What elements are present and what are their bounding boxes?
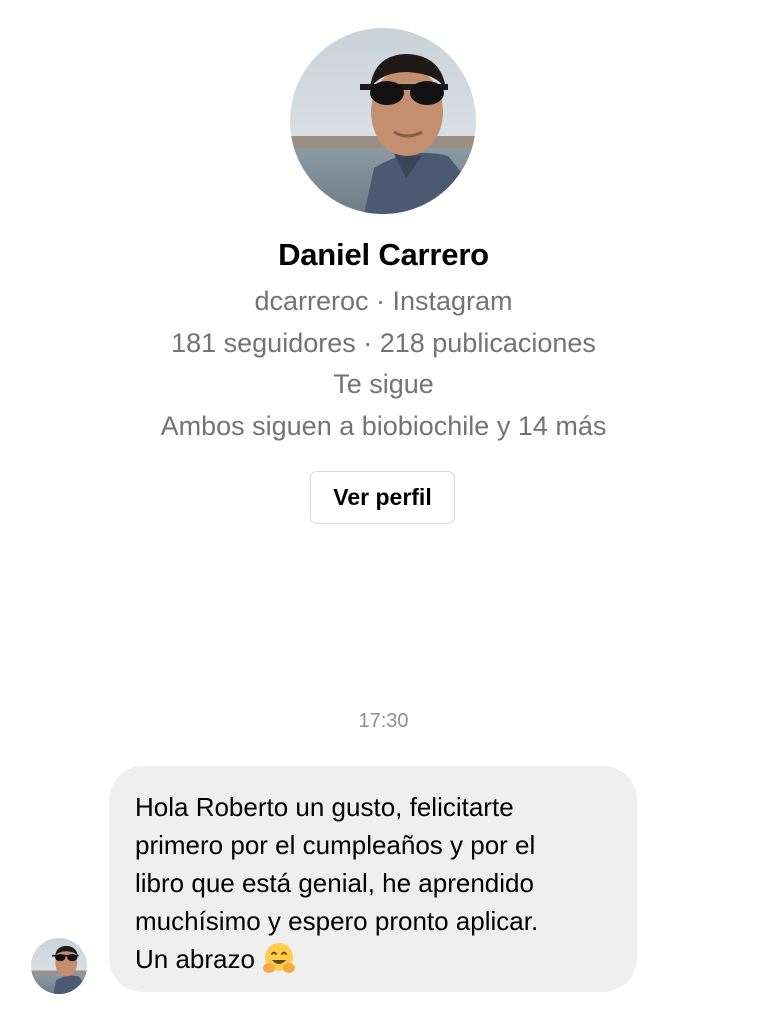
message-timestamp: 17:30	[358, 710, 409, 732]
view-profile-button[interactable]: Ver perfil	[310, 471, 455, 524]
message-last-line: Un abrazo	[135, 940, 617, 987]
message-bubble[interactable]: Hola Roberto un gusto, felicitarte prime…	[109, 766, 637, 992]
message-line: Hola Roberto un gusto, felicitarte	[135, 792, 514, 822]
profile-photo-icon	[290, 28, 476, 214]
mutual-followers: Ambos siguen a biobiochile y 14 más	[160, 411, 607, 441]
smiling-face-with-open-hands-icon	[261, 941, 297, 987]
profile-name: Daniel Carrero	[278, 237, 489, 272]
sender-avatar[interactable]	[31, 938, 87, 994]
profile-photo-icon	[31, 938, 87, 994]
profile-handle: dcarreroc · Instagram	[254, 286, 513, 316]
profile-stats: 181 seguidores · 218 publicaciones	[171, 328, 596, 358]
message-line: muchísimo y espero pronto aplicar.	[135, 906, 539, 936]
follows-you-label: Te sigue	[333, 369, 434, 399]
profile-avatar[interactable]	[290, 28, 476, 214]
message-line: Un abrazo	[135, 944, 255, 974]
message-line: libro que está genial, he aprendido	[135, 868, 534, 898]
message-line: primero por el cumpleaños y por el	[135, 830, 536, 860]
